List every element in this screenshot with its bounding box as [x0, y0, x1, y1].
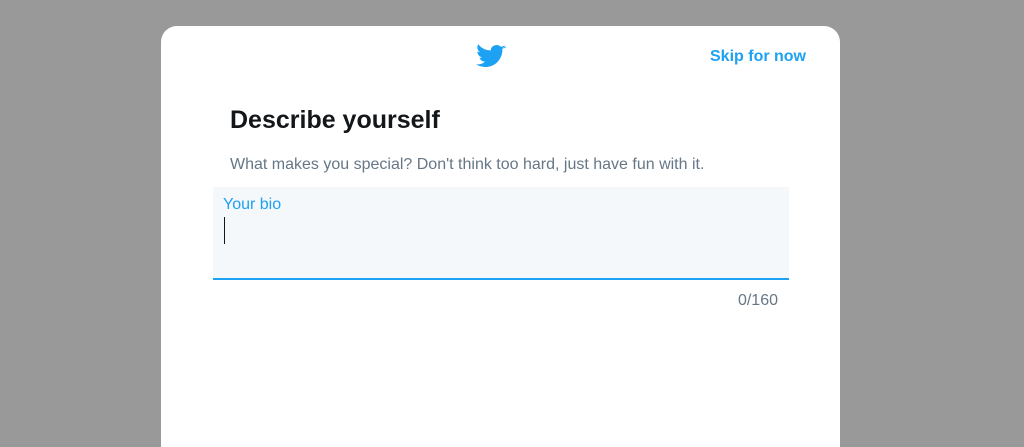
- text-cursor: [224, 217, 225, 244]
- describe-yourself-dialog: Skip for now Describe yourself What make…: [161, 26, 840, 447]
- twitter-bird-icon: [476, 43, 506, 69]
- bio-field[interactable]: Your bio: [213, 187, 789, 280]
- bio-field-label: Your bio: [223, 196, 282, 213]
- skip-for-now-button[interactable]: Skip for now: [710, 47, 806, 67]
- bio-input[interactable]: [223, 217, 779, 271]
- character-counter: 0/160: [737, 292, 778, 309]
- page-title: Describe yourself: [230, 106, 440, 134]
- page-subtitle: What makes you special? Don't think too …: [230, 156, 705, 173]
